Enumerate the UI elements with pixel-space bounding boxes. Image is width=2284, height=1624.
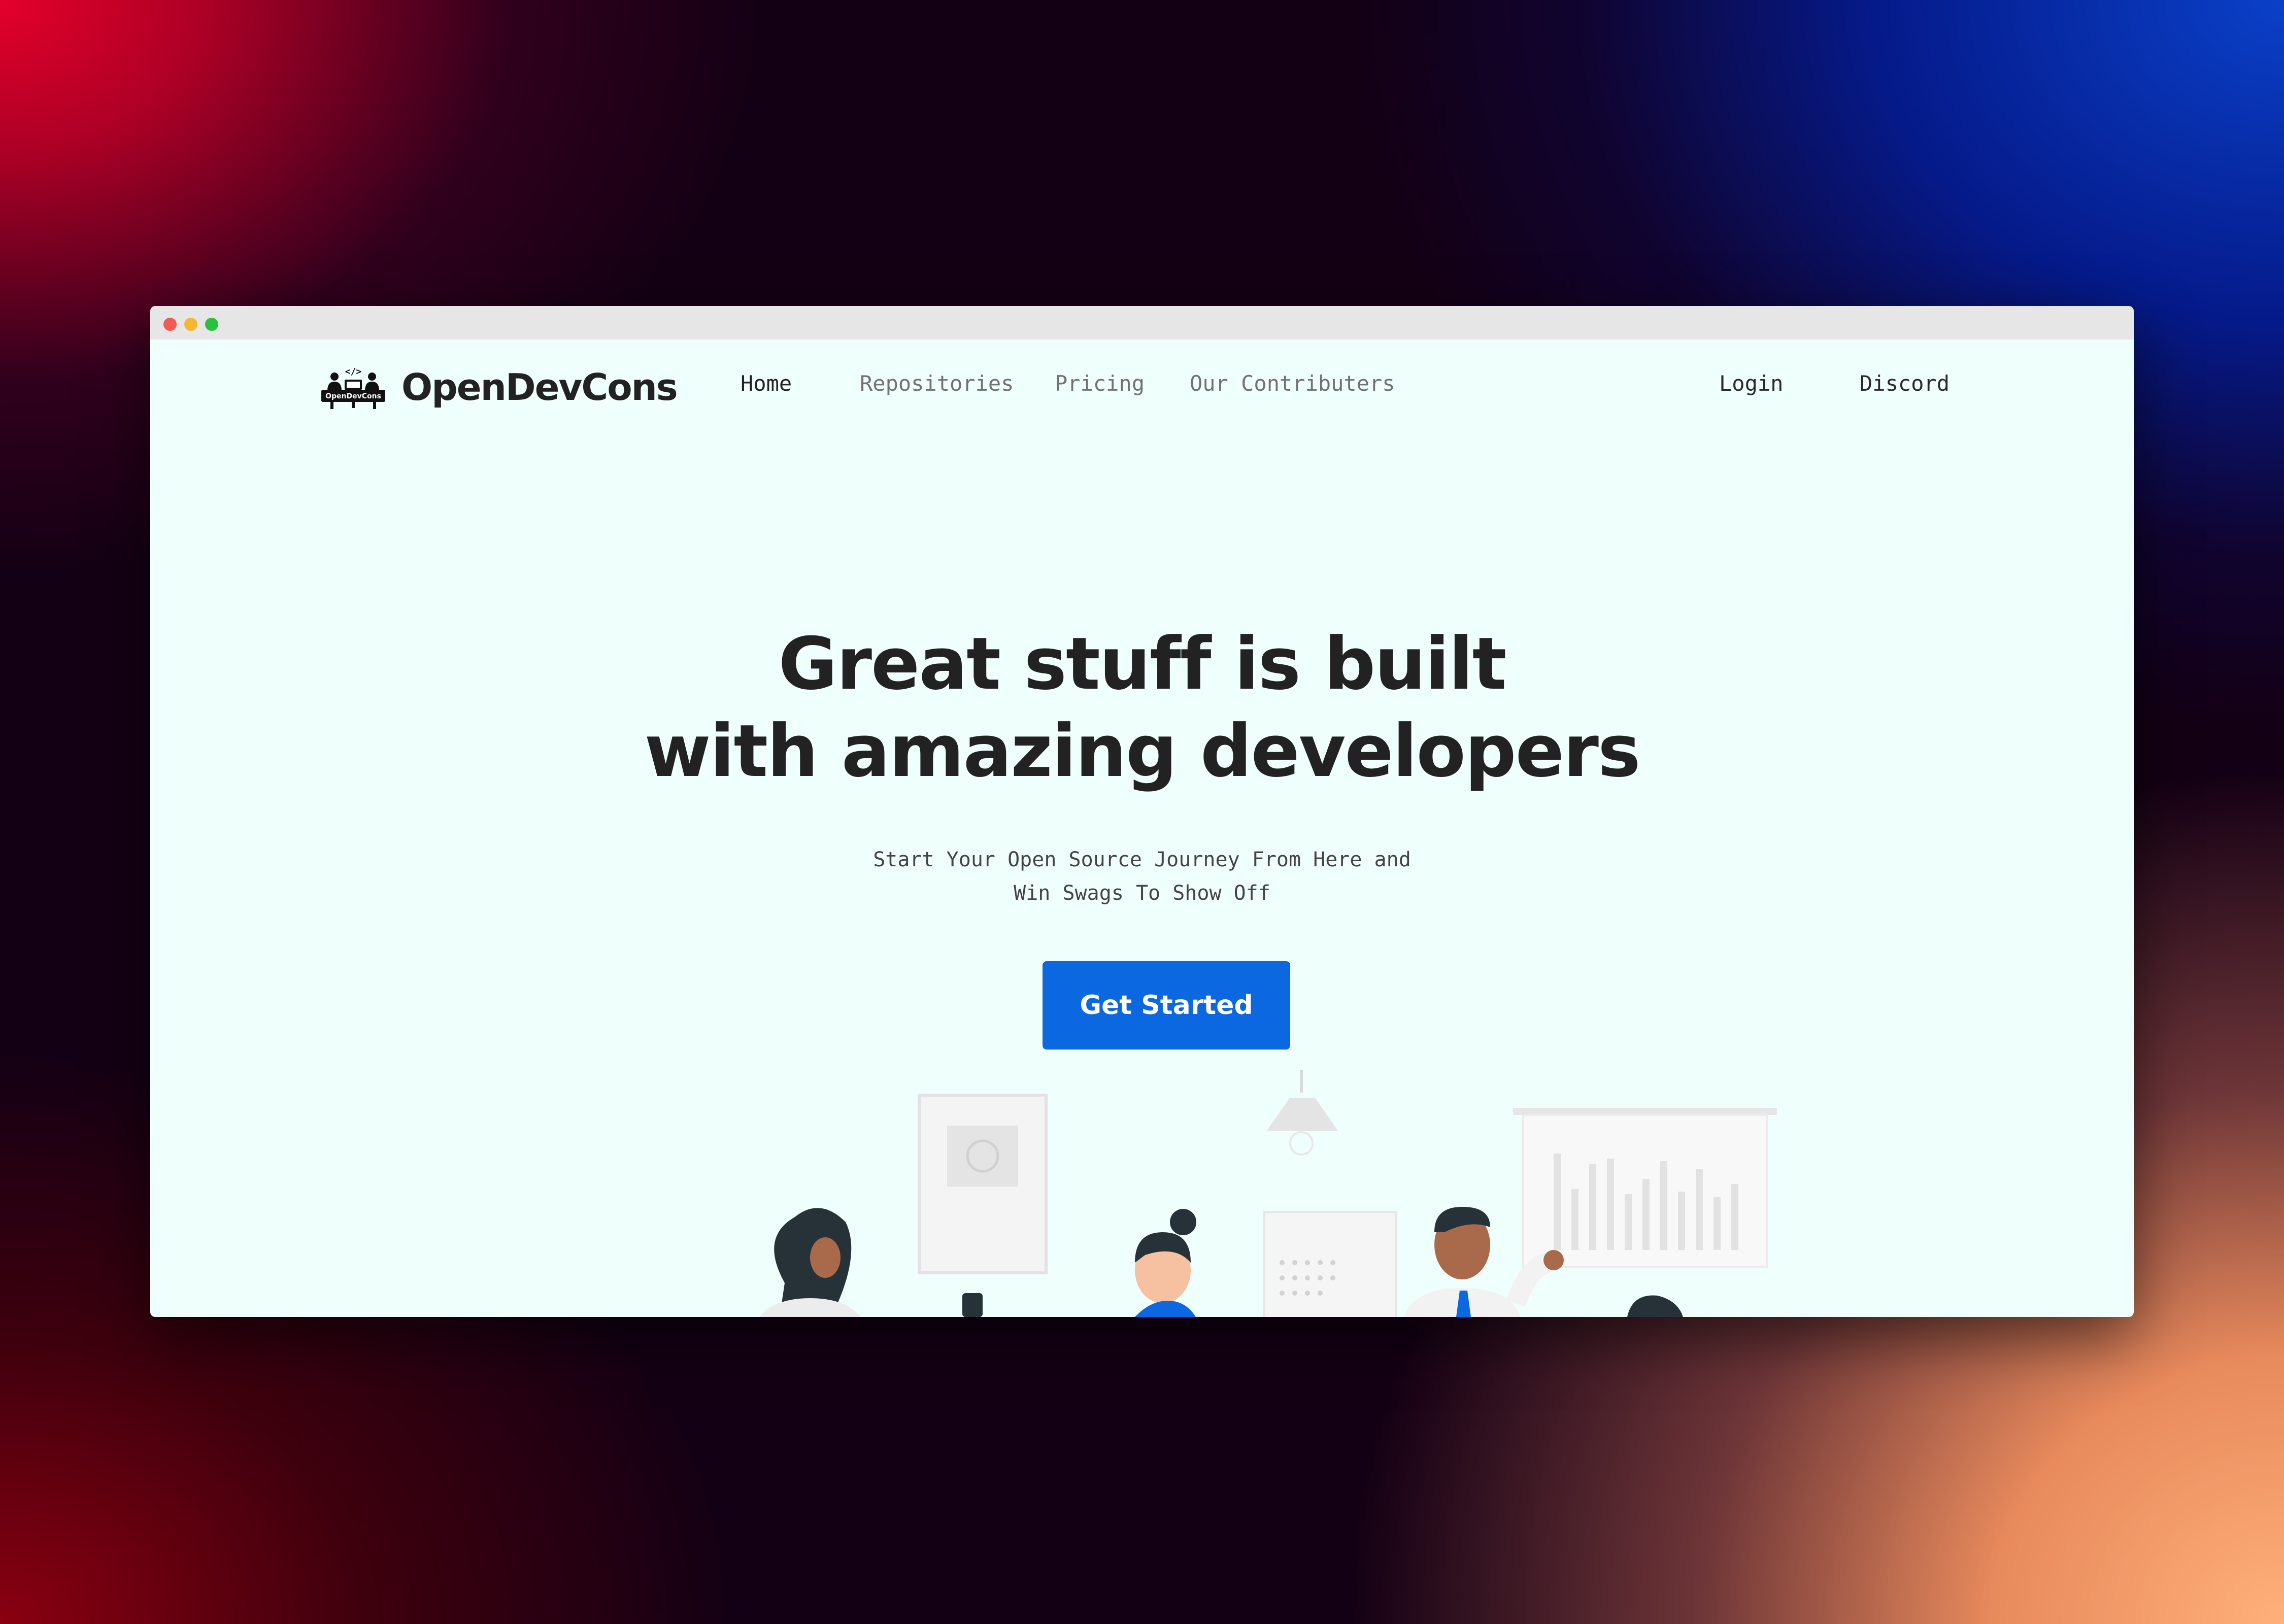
nav-repositories-link[interactable]: Repositories	[860, 371, 1014, 396]
hero-subtitle-line-2: Win Swags To Show Off	[1014, 882, 1270, 905]
minimize-window-button[interactable]	[184, 318, 197, 331]
brand-home-link[interactable]: </> OpenDevCons OpenDevCons	[320, 362, 678, 413]
hero-title: Great stuff is built with amazing develo…	[150, 621, 2134, 795]
logo-code-glyph: </>	[345, 366, 362, 377]
hero-title-line-1: Great stuff is built	[778, 622, 1506, 706]
get-started-button[interactable]: Get Started	[1043, 961, 1290, 1050]
office-team-illustration-icon	[759, 1070, 1777, 1317]
hero-subtitle: Start Your Open Source Journey From Here…	[150, 843, 2134, 910]
nav-pricing-link[interactable]: Pricing	[1055, 371, 1145, 396]
close-window-button[interactable]	[163, 318, 177, 331]
login-link[interactable]: Login	[1719, 371, 1783, 396]
browser-window: </> OpenDevCons OpenDevCons Home Reposit…	[150, 306, 2134, 1317]
brand-name: OpenDevCons	[401, 366, 678, 409]
nav-home-link[interactable]: Home	[741, 371, 792, 396]
hero-subtitle-line-1: Start Your Open Source Journey From Here…	[873, 848, 1411, 871]
nav-contributors-link[interactable]: Our Contributers	[1190, 371, 1395, 396]
developers-logo-icon: </> OpenDevCons	[321, 366, 385, 409]
hero-title-line-2: with amazing developers	[644, 709, 1641, 793]
maximize-window-button[interactable]	[205, 318, 218, 331]
logo-banner-text: OpenDevCons	[325, 392, 381, 400]
discord-link[interactable]: Discord	[1860, 371, 1950, 396]
window-titlebar	[150, 306, 2134, 340]
